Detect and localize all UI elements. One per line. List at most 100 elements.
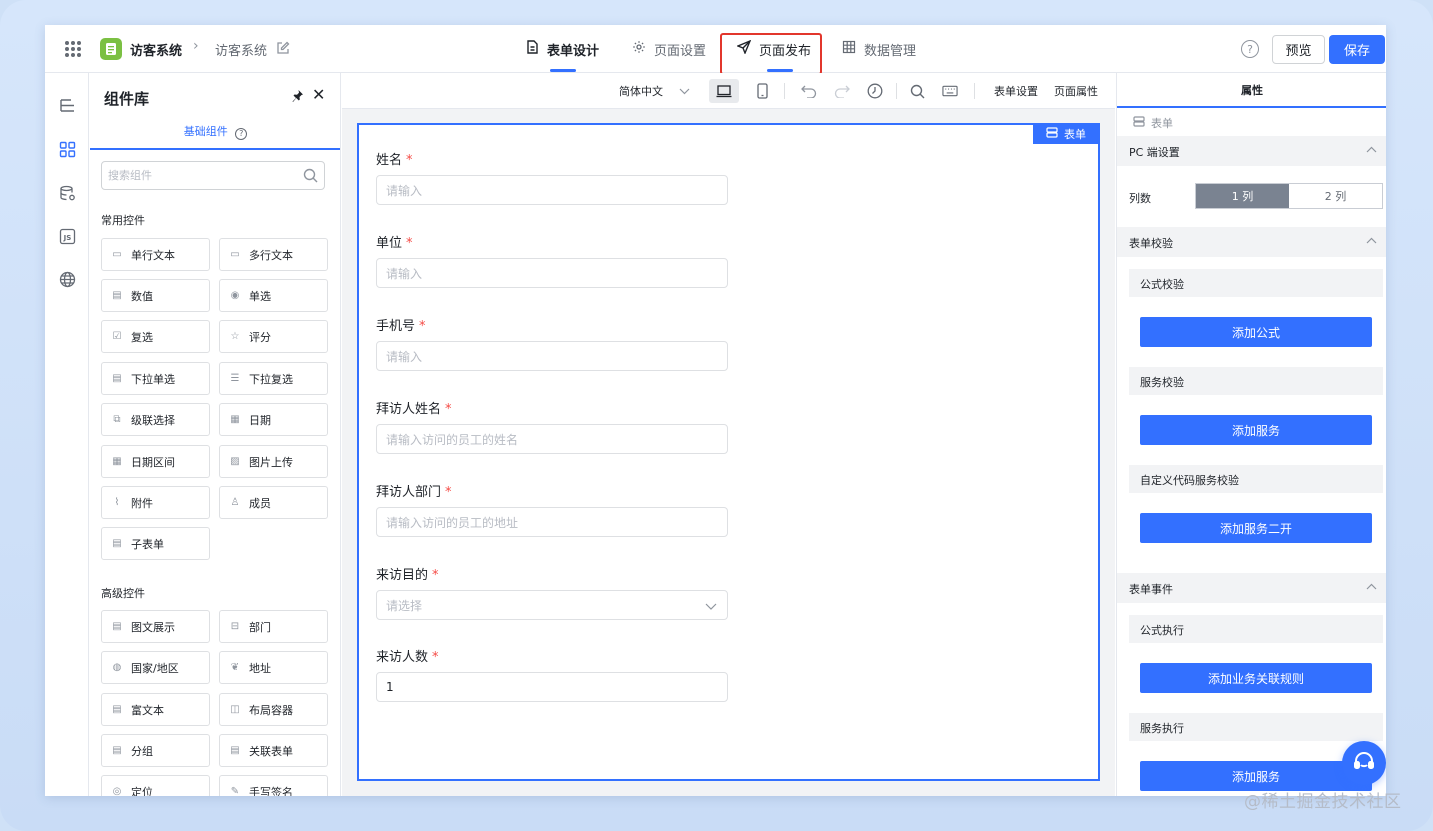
history-icon[interactable]	[867, 83, 883, 99]
undo-icon[interactable]	[801, 83, 817, 99]
field-label-host-name: 拜访人姓名 *	[376, 402, 452, 417]
add-service-dev-button[interactable]: 添加服务二开	[1140, 513, 1372, 543]
edit-icon[interactable]	[276, 40, 290, 59]
tab-basic-components[interactable]: 基础组件 ?	[90, 123, 340, 151]
layout-icon: ◫	[230, 704, 240, 715]
form-settings-link[interactable]: 表单设置	[994, 83, 1038, 99]
component-date-range[interactable]: ▦ 日期区间	[101, 445, 210, 478]
close-icon[interactable]: ✕	[312, 85, 325, 104]
top-bar: 访客系统 › 访客系统 表单设计 页面设置 页面发布 数据管理 ? 预览 保存	[45, 25, 1386, 75]
cascade-icon: ⧉	[113, 414, 121, 425]
redo-icon[interactable]	[834, 83, 850, 99]
subform-icon: ▤	[112, 538, 122, 549]
component-single-line-text[interactable]: ▭ 单行文本	[101, 238, 210, 271]
form-canvas[interactable]: 表单 姓名 * 请输入 单位 * 请输入 手机号 * 请输入 拜访人姓名 * 请输入访问…	[357, 123, 1100, 781]
component-multi-line-text[interactable]: ▭ 多行文本	[219, 238, 328, 271]
field-input-host-dept[interactable]: 请输入访问的员工的地址	[376, 507, 728, 537]
component-location[interactable]: ◎ 定位	[101, 775, 210, 796]
form-selection-tag[interactable]: 表单	[1033, 124, 1099, 144]
customer-service-button[interactable]	[1342, 741, 1386, 785]
text-field-icon: ▭	[112, 249, 122, 260]
mobile-icon[interactable]	[754, 83, 770, 99]
component-country-region[interactable]: ◍ 国家/地区	[101, 651, 210, 684]
field-input-name[interactable]: 请输入	[376, 175, 728, 205]
components-icon[interactable]	[57, 139, 77, 159]
text-image-icon: ▤	[112, 621, 122, 632]
page-properties-link[interactable]: 页面属性	[1054, 83, 1098, 99]
component-radio[interactable]: ◉ 单选	[219, 279, 328, 312]
chevron-down-icon	[705, 600, 717, 614]
component-department[interactable]: ⊟ 部门	[219, 610, 328, 643]
component-member[interactable]: ♙ 成员	[219, 486, 328, 519]
field-label-purpose: 来访目的 *	[376, 568, 439, 583]
toolbar-divider	[896, 83, 897, 99]
app-grid-icon[interactable]	[65, 41, 81, 57]
subsection-formula-validation: 公式校验	[1129, 269, 1383, 297]
section-form-validation[interactable]: 表单校验	[1117, 227, 1386, 257]
tab-properties[interactable]: 属性	[1117, 73, 1386, 108]
add-business-rule-button[interactable]: 添加业务关联规则	[1140, 663, 1372, 693]
component-group[interactable]: ▤ 分组	[101, 734, 210, 767]
section-form-events[interactable]: 表单事件	[1117, 573, 1386, 603]
gear-icon	[632, 40, 646, 58]
field-input-visitor-count[interactable]: 1	[376, 672, 728, 702]
search-icon[interactable]	[909, 83, 925, 99]
calendar-range-icon: ▦	[112, 456, 122, 467]
form-layout-icon	[1046, 127, 1058, 141]
component-attachment[interactable]: ⌇ 附件	[101, 486, 210, 519]
columns-option-1[interactable]: 1 列	[1196, 184, 1289, 208]
save-button[interactable]: 保存	[1329, 35, 1385, 64]
tab-page-settings[interactable]: 页面设置	[632, 25, 706, 73]
field-input-phone[interactable]: 请输入	[376, 341, 728, 371]
section-pc-settings[interactable]: PC 端设置	[1117, 136, 1386, 166]
search-icon[interactable]	[303, 168, 318, 187]
component-linked-form[interactable]: ▤ 关联表单	[219, 734, 328, 767]
field-label-host-dept: 拜访人部门 *	[376, 485, 452, 500]
field-select-purpose[interactable]: 请选择	[376, 590, 728, 620]
location-icon: ◎	[112, 786, 122, 796]
component-address[interactable]: ❦ 地址	[219, 651, 328, 684]
add-formula-button[interactable]: 添加公式	[1140, 317, 1372, 347]
tab-form-design[interactable]: 表单设计	[526, 25, 599, 73]
pin-icon[interactable]	[290, 88, 304, 107]
component-rich-text[interactable]: ▤ 富文本	[101, 693, 210, 726]
globe-icon[interactable]	[57, 269, 77, 289]
component-checkbox[interactable]: ☑ 复选	[101, 320, 210, 353]
keyboard-icon[interactable]	[942, 83, 958, 99]
js-icon[interactable]: JS	[57, 226, 77, 246]
component-dropdown-multi[interactable]: ☰ 下拉复选	[219, 362, 328, 395]
language-select[interactable]: 简体中文	[619, 83, 663, 99]
tab-label: 数据管理	[864, 43, 917, 59]
add-service-button[interactable]: 添加服务	[1140, 415, 1372, 445]
table-icon	[842, 40, 856, 58]
component-layout-container[interactable]: ◫ 布局容器	[219, 693, 328, 726]
component-subform[interactable]: ▤ 子表单	[101, 527, 210, 560]
component-date[interactable]: ▦ 日期	[219, 403, 328, 436]
component-signature[interactable]: ✎ 手写签名	[219, 775, 328, 796]
columns-option-2[interactable]: 2 列	[1289, 184, 1382, 208]
app-name[interactable]: 访客系统	[130, 40, 182, 59]
breadcrumb-page[interactable]: 访客系统	[215, 40, 267, 59]
help-icon[interactable]: ?	[1241, 40, 1259, 58]
component-number[interactable]: ▤ 数值	[101, 279, 210, 312]
required-mark: *	[445, 485, 452, 500]
tab-data-management[interactable]: 数据管理	[842, 25, 916, 73]
field-input-host-name[interactable]: 请输入访问的员工的姓名	[376, 424, 728, 454]
component-rating[interactable]: ☆ 评分	[219, 320, 328, 353]
preview-button[interactable]: 预览	[1272, 35, 1325, 64]
subsection-service-validation: 服务校验	[1129, 367, 1383, 395]
help-icon[interactable]: ?	[235, 127, 248, 140]
search-input[interactable]	[108, 162, 298, 189]
desktop-icon[interactable]	[716, 83, 732, 99]
component-image-upload[interactable]: ▨ 图片上传	[219, 445, 328, 478]
chevron-down-icon[interactable]	[676, 83, 692, 99]
data-source-icon[interactable]	[57, 183, 77, 203]
field-input-company[interactable]: 请输入	[376, 258, 728, 288]
tab-label: 基础组件	[183, 125, 228, 138]
outline-icon[interactable]	[57, 95, 77, 115]
component-rich-display[interactable]: ▤ 图文展示	[101, 610, 210, 643]
component-dropdown-single[interactable]: ▤ 下拉单选	[101, 362, 210, 395]
radio-icon: ◉	[230, 290, 240, 301]
component-cascader[interactable]: ⧉ 级联选择	[101, 403, 210, 436]
field-label-company: 单位 *	[376, 236, 413, 251]
